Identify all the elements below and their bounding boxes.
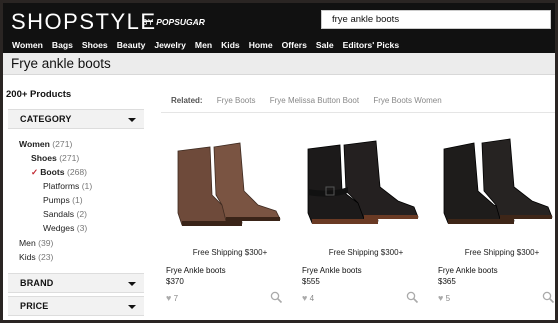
favorite-count: 5 bbox=[445, 294, 451, 303]
category-count: (23) bbox=[38, 252, 54, 262]
heart-icon: ♥ bbox=[438, 293, 444, 303]
nav-jewelry[interactable]: Jewelry bbox=[154, 37, 186, 53]
nav-bags[interactable]: Bags bbox=[52, 37, 73, 53]
logo-by-text: BY bbox=[142, 18, 154, 27]
heart-icon: ♥ bbox=[302, 293, 308, 303]
product-name[interactable]: Frye Ankle boots bbox=[302, 266, 362, 275]
nav-home[interactable]: Home bbox=[249, 37, 273, 53]
facet-category[interactable]: CATEGORY bbox=[8, 109, 144, 129]
logo[interactable]: SHOPSTYLE bbox=[11, 9, 157, 35]
related-label: Related: bbox=[171, 96, 203, 105]
nav-kids[interactable]: Kids bbox=[221, 37, 240, 53]
favorite-button[interactable]: ♥ 5 bbox=[438, 293, 450, 303]
magnifier-icon[interactable] bbox=[406, 291, 419, 304]
nav-sale[interactable]: Sale bbox=[316, 37, 334, 53]
related-link[interactable]: Frye Boots Women bbox=[373, 96, 441, 105]
filter-sidebar: 200+ Products CATEGORY Women (271) Shoes… bbox=[3, 83, 145, 320]
logo-partner: BY POPSUGAR bbox=[142, 17, 205, 27]
title-bar: Frye ankle boots bbox=[3, 53, 555, 75]
category-label: Wedges bbox=[43, 223, 75, 233]
nav-men[interactable]: Men bbox=[195, 37, 212, 53]
nav-offers[interactable]: Offers bbox=[282, 37, 307, 53]
shipping-note: Free Shipping $300+ bbox=[328, 248, 404, 257]
category-label: Platforms bbox=[43, 181, 80, 191]
category-count: (271) bbox=[59, 153, 80, 163]
product-image[interactable] bbox=[166, 133, 294, 233]
category-boots[interactable]: ✓ Boots (268) bbox=[31, 167, 87, 178]
category-count: (2) bbox=[76, 209, 87, 219]
category-count: (268) bbox=[66, 167, 88, 177]
category-kids[interactable]: Kids (23) bbox=[19, 252, 53, 262]
category-count: (1) bbox=[72, 195, 83, 205]
category-label: Sandals bbox=[43, 209, 75, 219]
category-count: (271) bbox=[52, 139, 73, 149]
category-count: (3) bbox=[76, 223, 88, 233]
category-label: Boots bbox=[40, 167, 65, 177]
favorite-button[interactable]: ♥ 7 bbox=[166, 293, 178, 303]
category-label: Kids bbox=[19, 252, 36, 262]
main-nav: Women Bags Shoes Beauty Jewelry Men Kids… bbox=[3, 37, 555, 53]
facet-price[interactable]: PRICE bbox=[8, 296, 144, 316]
category-shoes[interactable]: Shoes (271) bbox=[31, 153, 79, 163]
divider bbox=[161, 112, 555, 113]
category-wedges[interactable]: Wedges (3) bbox=[43, 223, 87, 233]
product-image[interactable] bbox=[438, 133, 555, 233]
related-link[interactable]: Frye Boots bbox=[217, 96, 256, 105]
product-image[interactable] bbox=[302, 133, 430, 233]
facet-price-label: PRICE bbox=[20, 301, 49, 311]
category-label: Pumps bbox=[43, 195, 70, 205]
caret-down-icon bbox=[128, 118, 136, 122]
caret-down-icon bbox=[128, 282, 136, 286]
favorite-count: 7 bbox=[173, 294, 179, 303]
product-count: 200+ Products bbox=[6, 89, 72, 100]
page-frame: SHOPSTYLE BY POPSUGAR frye ankle boots W… bbox=[3, 3, 555, 320]
nav-editors-picks[interactable]: Editors' Picks bbox=[343, 37, 400, 53]
favorite-button[interactable]: ♥ 4 bbox=[302, 293, 314, 303]
facet-brand-label: BRAND bbox=[20, 278, 54, 288]
nav-beauty[interactable]: Beauty bbox=[117, 37, 146, 53]
category-pumps[interactable]: Pumps (1) bbox=[43, 195, 83, 205]
shipping-note: Free Shipping $300+ bbox=[464, 248, 540, 257]
category-women[interactable]: Women (271) bbox=[19, 139, 72, 149]
category-platforms[interactable]: Platforms (1) bbox=[43, 181, 92, 191]
logo-partner-text: POPSUGAR bbox=[156, 17, 205, 27]
category-count: (39) bbox=[38, 238, 54, 248]
related-searches: Related: Frye Boots Frye Melissa Button … bbox=[171, 96, 442, 105]
category-sandals[interactable]: Sandals (2) bbox=[43, 209, 87, 219]
product-price: $555 bbox=[302, 277, 320, 286]
product-name[interactable]: Frye Ankle boots bbox=[166, 266, 226, 275]
favorite-count: 4 bbox=[309, 294, 315, 303]
facet-category-label: CATEGORY bbox=[20, 114, 72, 124]
product-name[interactable]: Frye Ankle boots bbox=[438, 266, 498, 275]
page-title: Frye ankle boots bbox=[11, 56, 111, 71]
magnifier-icon[interactable] bbox=[270, 291, 283, 304]
shipping-note: Free Shipping $300+ bbox=[192, 248, 268, 257]
heart-icon: ♥ bbox=[166, 293, 172, 303]
checkmark-icon: ✓ bbox=[31, 167, 39, 177]
category-label: Men bbox=[19, 238, 36, 248]
category-label: Shoes bbox=[31, 153, 57, 163]
product-price: $365 bbox=[438, 277, 456, 286]
product-card[interactable]: Free Shipping $300+ Frye Ankle boots $55… bbox=[302, 133, 430, 313]
category-count: (1) bbox=[81, 181, 93, 191]
caret-down-icon bbox=[128, 305, 136, 309]
nav-shoes[interactable]: Shoes bbox=[82, 37, 108, 53]
related-link[interactable]: Frye Melissa Button Boot bbox=[270, 96, 359, 105]
product-price: $370 bbox=[166, 277, 184, 286]
header: SHOPSTYLE BY POPSUGAR frye ankle boots W… bbox=[3, 3, 555, 53]
nav-women[interactable]: Women bbox=[12, 37, 43, 53]
facet-brand[interactable]: BRAND bbox=[8, 273, 144, 293]
category-men[interactable]: Men (39) bbox=[19, 238, 53, 248]
category-label: Women bbox=[19, 139, 50, 149]
product-card[interactable]: Free Shipping $300+ Frye Ankle boots $36… bbox=[438, 133, 555, 313]
magnifier-icon[interactable] bbox=[542, 291, 555, 304]
product-card[interactable]: Free Shipping $300+ Frye Ankle boots $37… bbox=[166, 133, 294, 313]
search-input[interactable]: frye ankle boots bbox=[321, 10, 551, 29]
